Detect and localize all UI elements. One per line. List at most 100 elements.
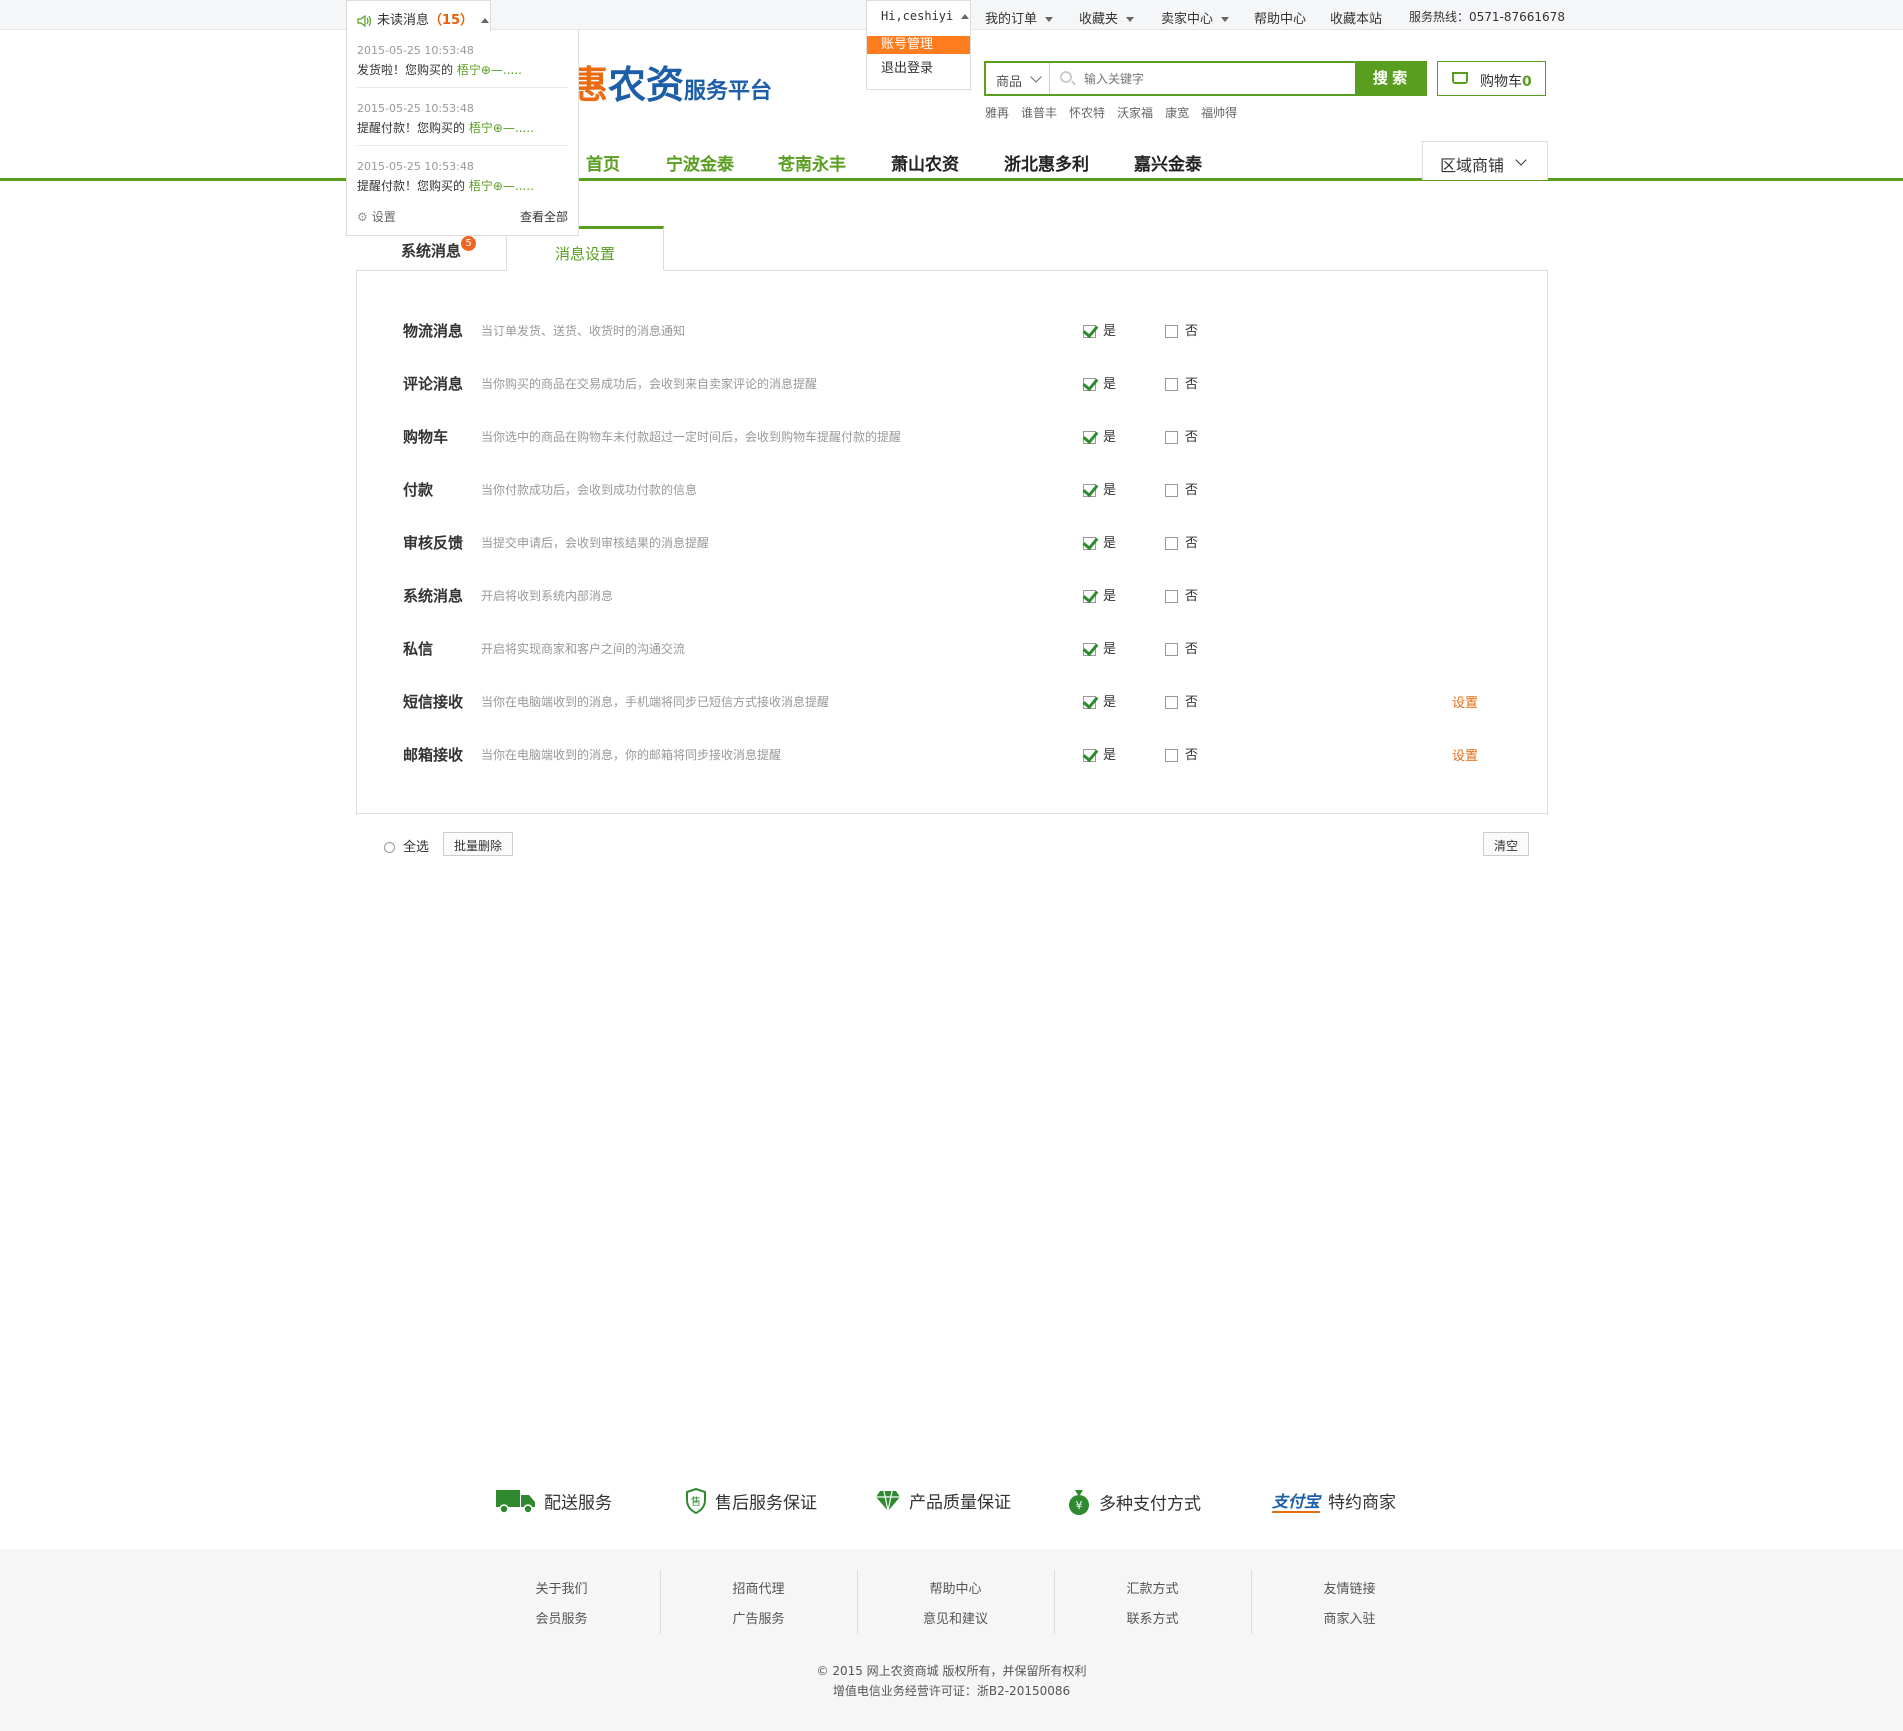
hot-keyword[interactable]: 康宽	[1165, 106, 1189, 120]
no-option[interactable]: 否	[1165, 638, 1198, 657]
sms-settings-link[interactable]: 设置	[1452, 692, 1478, 711]
yes-option[interactable]: 是	[1083, 479, 1116, 498]
message-text: 发货啦！您购买的	[357, 63, 457, 77]
no-option[interactable]: 否	[1165, 320, 1198, 339]
checkbox-unchecked[interactable]	[1165, 378, 1178, 391]
hot-keyword[interactable]: 怀农特	[1069, 106, 1105, 120]
footer-link[interactable]: 关于我们	[463, 1575, 660, 1605]
hot-keyword[interactable]: 谁普丰	[1021, 106, 1057, 120]
no-option[interactable]: 否	[1165, 585, 1198, 604]
search-category-select[interactable]: 商品	[986, 63, 1050, 94]
select-all-option[interactable]: 全选	[384, 836, 429, 855]
checkbox-unchecked[interactable]	[1165, 537, 1178, 550]
search-input[interactable]	[1052, 63, 1362, 94]
clear-button[interactable]: 清空	[1483, 832, 1530, 856]
footer-link[interactable]: 商家入驻	[1251, 1605, 1448, 1635]
setting-row: 评论消息 当你购买的商品在交易成功后，会收到来自卖家评论的消息提醒 是 否	[403, 373, 1503, 393]
yes-option[interactable]: 是	[1083, 744, 1116, 763]
no-option[interactable]: 否	[1165, 744, 1198, 763]
message-product[interactable]: 梧宁⊕—.....	[469, 179, 534, 193]
seller-center-menu[interactable]: 卖家中心	[1161, 8, 1230, 27]
hot-keyword[interactable]: 雅再	[985, 106, 1009, 120]
nav-item-jiaxing[interactable]: 嘉兴金泰	[1134, 150, 1202, 175]
checkbox-checked[interactable]	[1083, 590, 1096, 603]
footer-link[interactable]: 联系方式	[1054, 1605, 1251, 1635]
nav-item-cangnan[interactable]: 苍南永丰	[778, 150, 846, 175]
logout-item[interactable]: 退出登录	[867, 60, 970, 78]
unread-count: （15）	[429, 13, 474, 28]
nav-item-zhebei[interactable]: 浙北惠多利	[1004, 150, 1089, 175]
checkbox-checked[interactable]	[1083, 696, 1096, 709]
cart-button[interactable]: 购物车0	[1437, 61, 1546, 96]
message-item[interactable]: 2015-05-25 10:53:48 提醒付款！您购买的 梧宁⊕—.....	[357, 146, 568, 204]
no-option[interactable]: 否	[1165, 373, 1198, 392]
email-settings-link[interactable]: 设置	[1452, 745, 1478, 764]
checkbox-unchecked[interactable]	[1165, 643, 1178, 656]
account-management-item[interactable]: 账号管理	[867, 36, 970, 54]
message-product[interactable]: 梧宁⊕—.....	[469, 121, 534, 135]
checkbox-unchecked[interactable]	[1165, 484, 1178, 497]
checkbox-checked[interactable]	[1083, 378, 1096, 391]
checkbox-unchecked[interactable]	[1165, 325, 1178, 338]
yes-option[interactable]: 是	[1083, 585, 1116, 604]
no-option[interactable]: 否	[1165, 532, 1198, 551]
nav-item-xiaoshan[interactable]: 萧山农资	[891, 150, 959, 175]
yes-option[interactable]: 是	[1083, 373, 1116, 392]
yes-option[interactable]: 是	[1083, 691, 1116, 710]
footer-link[interactable]: 意见和建议	[857, 1605, 1054, 1635]
yes-option[interactable]: 是	[1083, 638, 1116, 657]
site-logo[interactable]: 惠农资服务平台	[570, 54, 772, 109]
footer-link[interactable]: 汇款方式	[1054, 1575, 1251, 1605]
setting-desc: 当你付款成功后，会收到成功付款的信息	[481, 483, 698, 497]
footer-link[interactable]: 招商代理	[660, 1575, 857, 1605]
hot-keyword[interactable]: 福帅得	[1201, 106, 1237, 120]
checkbox-unchecked[interactable]	[1165, 696, 1178, 709]
checkbox-unchecked[interactable]	[1165, 590, 1178, 603]
view-all-link[interactable]: 查看全部	[520, 208, 568, 225]
footer-link[interactable]: 会员服务	[463, 1605, 660, 1635]
no-option[interactable]: 否	[1165, 691, 1198, 710]
checkbox-checked[interactable]	[1083, 431, 1096, 444]
license-line: 增值电信业务经营许可证：浙B2-20150086	[832, 1684, 1071, 1698]
no-label: 否	[1185, 695, 1199, 710]
user-menu-toggle[interactable]: Hi,ceshiyi	[866, 0, 971, 31]
setting-desc: 开启将实现商家和客户之间的沟通交流	[481, 642, 686, 656]
checkbox-unchecked[interactable]	[1165, 431, 1178, 444]
settings-link[interactable]: ⚙ 设置	[357, 210, 396, 224]
search-button[interactable]: 搜 索	[1355, 63, 1425, 94]
checkbox-checked[interactable]	[1083, 484, 1096, 497]
cart-icon	[1452, 72, 1468, 84]
help-center-link[interactable]: 帮助中心	[1254, 8, 1306, 27]
select-all-radio[interactable]	[384, 842, 395, 853]
message-product[interactable]: 梧宁⊕—.....	[457, 63, 522, 77]
yes-option[interactable]: 是	[1083, 426, 1116, 445]
nav-item-ningbo[interactable]: 宁波金泰	[666, 150, 734, 175]
message-item[interactable]: 2015-05-25 10:53:48 提醒付款！您购买的 梧宁⊕—.....	[357, 88, 568, 146]
checkbox-checked[interactable]	[1083, 749, 1096, 762]
checkbox-checked[interactable]	[1083, 643, 1096, 656]
diamond-icon	[875, 1490, 901, 1517]
no-option[interactable]: 否	[1165, 426, 1198, 445]
my-orders-menu[interactable]: 我的订单	[985, 8, 1054, 27]
checkbox-checked[interactable]	[1083, 325, 1096, 338]
region-shops-dropdown[interactable]: 区域商铺	[1422, 141, 1548, 180]
yes-option[interactable]: 是	[1083, 320, 1116, 339]
checkbox-checked[interactable]	[1083, 537, 1096, 550]
footer-link[interactable]: 广告服务	[660, 1605, 857, 1635]
feature-aftersales: 售 售后服务保证	[685, 1487, 817, 1519]
batch-delete-button[interactable]: 批量删除	[443, 832, 514, 856]
unread-messages-toggle[interactable]: 未读消息（15）	[346, 0, 491, 31]
message-item[interactable]: 2015-05-25 10:53:48 发货啦！您购买的 梧宁⊕—.....	[357, 30, 568, 88]
favorites-menu[interactable]: 收藏夹	[1079, 8, 1135, 27]
no-option[interactable]: 否	[1165, 479, 1198, 498]
feature-label: 多种支付方式	[1099, 1494, 1201, 1515]
yes-option[interactable]: 是	[1083, 532, 1116, 551]
cart-count: 0	[1522, 74, 1532, 90]
bookmark-link[interactable]: 收藏本站	[1330, 8, 1382, 27]
footer-link[interactable]: 友情链接	[1251, 1575, 1448, 1605]
footer-link[interactable]: 帮助中心	[857, 1575, 1054, 1605]
nav-item-home[interactable]: 首页	[586, 150, 620, 175]
hot-keyword[interactable]: 沃家福	[1117, 106, 1153, 120]
checkbox-unchecked[interactable]	[1165, 749, 1178, 762]
svg-text:¥: ¥	[1076, 1499, 1083, 1512]
